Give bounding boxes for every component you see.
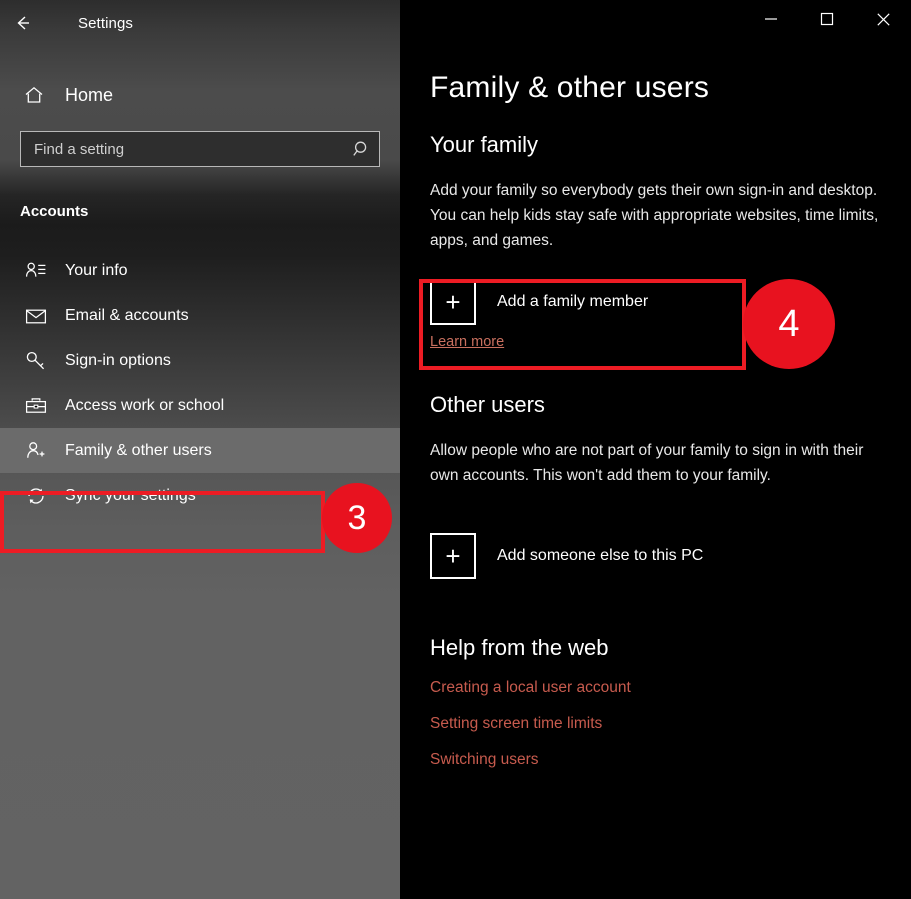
sidebar-item-access-work-school[interactable]: Access work or school xyxy=(0,383,400,428)
back-button[interactable] xyxy=(0,8,46,38)
plus-square-icon: + xyxy=(430,279,476,325)
person-card-icon xyxy=(23,258,49,284)
add-someone-else-button[interactable]: + Add someone else to this PC xyxy=(430,533,911,579)
annotation-badge-4: 4 xyxy=(743,279,835,369)
key-icon xyxy=(23,348,49,374)
help-link[interactable]: Creating a local user account xyxy=(430,679,911,697)
main-content: Family & other users Your family Add you… xyxy=(400,0,911,899)
close-icon xyxy=(876,12,890,26)
sidebar-item-home[interactable]: Home xyxy=(0,78,400,112)
sidebar-item-label: Your info xyxy=(65,261,128,279)
annotation-badge-3: 3 xyxy=(322,483,392,553)
other-users-description: Allow people who are not part of your fa… xyxy=(430,442,864,484)
sidebar-nav-list: Your info Email & accounts Sign-in optio… xyxy=(0,248,400,518)
minimize-button[interactable] xyxy=(743,0,799,38)
search-icon[interactable] xyxy=(345,139,379,159)
sidebar-section-label: Accounts xyxy=(20,203,89,220)
maximize-button[interactable] xyxy=(799,0,855,38)
close-button[interactable] xyxy=(855,0,911,38)
maximize-icon xyxy=(820,12,834,26)
your-family-heading: Your family xyxy=(430,132,539,157)
briefcase-icon xyxy=(23,393,49,419)
sidebar-item-sign-in-options[interactable]: Sign-in options xyxy=(0,338,400,383)
sidebar-item-label: Family & other users xyxy=(65,441,212,459)
minimize-icon xyxy=(765,18,777,20)
sidebar-item-family-other-users[interactable]: Family & other users xyxy=(0,428,400,473)
sidebar-item-label: Sync your settings xyxy=(65,486,196,504)
sidebar-item-label: Sign-in options xyxy=(65,351,171,369)
plus-square-icon: + xyxy=(430,533,476,579)
sidebar-item-label: Access work or school xyxy=(65,396,225,414)
sidebar: Settings Home Accounts xyxy=(0,0,400,899)
person-add-icon xyxy=(23,438,49,464)
add-family-member-label: Add a family member xyxy=(497,293,649,310)
sidebar-item-your-info[interactable]: Your info xyxy=(0,248,400,293)
other-users-heading: Other users xyxy=(430,392,545,417)
add-someone-else-label: Add someone else to this PC xyxy=(497,547,704,564)
add-family-member-button[interactable]: + Add a family member xyxy=(430,279,911,325)
sync-icon xyxy=(23,483,49,509)
learn-more-link[interactable]: Learn more xyxy=(430,334,504,350)
back-arrow-icon xyxy=(17,16,29,30)
your-family-description: Add your family so everybody gets their … xyxy=(430,182,879,249)
search-input[interactable] xyxy=(21,140,345,158)
home-icon xyxy=(23,84,49,106)
window-controls xyxy=(743,0,911,38)
titlebar: Settings xyxy=(0,0,400,46)
sidebar-item-email-accounts[interactable]: Email & accounts xyxy=(0,293,400,338)
sidebar-item-label: Email & accounts xyxy=(65,306,189,324)
help-from-web-heading: Help from the web xyxy=(430,635,609,660)
window-title: Settings xyxy=(78,14,133,32)
help-link[interactable]: Setting screen time limits xyxy=(430,715,911,733)
envelope-icon xyxy=(23,303,49,329)
search-box[interactable] xyxy=(20,131,380,167)
help-link[interactable]: Switching users xyxy=(430,751,911,769)
sidebar-item-label-home: Home xyxy=(65,84,114,105)
settings-window: Settings Home Accounts xyxy=(0,0,911,899)
page-title: Family & other users xyxy=(430,71,710,104)
